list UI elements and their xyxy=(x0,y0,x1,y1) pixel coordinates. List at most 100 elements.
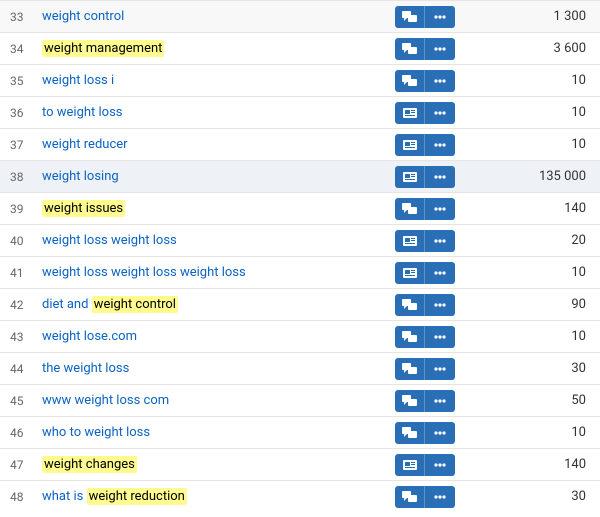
volume-value: 50 xyxy=(470,393,600,408)
action-buttons xyxy=(395,326,470,348)
row-number: 45 xyxy=(0,394,36,408)
table-row: 48what is weight reduction30 xyxy=(0,480,600,512)
chat-icon[interactable] xyxy=(395,198,425,220)
keyword-cell: weight loss weight loss weight loss xyxy=(36,265,395,280)
action-buttons xyxy=(395,102,470,124)
keyword-link[interactable]: weight reducer xyxy=(42,137,128,152)
action-buttons xyxy=(395,134,470,156)
more-icon[interactable] xyxy=(425,294,455,316)
action-buttons xyxy=(395,198,470,220)
keyword-link[interactable]: to weight loss xyxy=(42,105,123,120)
row-number: 38 xyxy=(0,170,36,184)
keyword-link[interactable]: www weight loss com xyxy=(42,393,169,408)
keyword-cell: what is weight reduction xyxy=(36,489,395,504)
action-buttons xyxy=(395,422,470,444)
chat-icon[interactable] xyxy=(395,486,425,508)
keyword-cell: the weight loss xyxy=(36,361,395,376)
row-number: 34 xyxy=(0,42,36,56)
table-row: 34 weight management 3 600 xyxy=(0,32,600,64)
card-icon[interactable] xyxy=(395,134,425,156)
action-buttons xyxy=(395,358,470,380)
keyword-cell: weight losing xyxy=(36,169,395,184)
more-icon[interactable] xyxy=(425,166,455,188)
more-icon[interactable] xyxy=(425,486,455,508)
row-number: 44 xyxy=(0,362,36,376)
table-row: 46 who to weight loss 10 xyxy=(0,416,600,448)
keyword-cell: weight reducer xyxy=(36,137,395,152)
chat-icon[interactable] xyxy=(395,326,425,348)
card-icon[interactable] xyxy=(395,166,425,188)
row-number: 33 xyxy=(0,10,36,24)
keyword-link[interactable]: who to weight loss xyxy=(42,425,150,440)
row-number: 46 xyxy=(0,426,36,440)
highlight: weight management xyxy=(42,40,164,57)
card-icon[interactable] xyxy=(395,230,425,252)
keyword-link[interactable]: weight changes xyxy=(42,456,137,473)
volume-value: 10 xyxy=(470,329,600,344)
card-icon[interactable] xyxy=(395,262,425,284)
keyword-link[interactable]: diet and weight control xyxy=(42,296,178,313)
keyword-link[interactable]: what is weight reduction xyxy=(42,488,187,505)
volume-value: 90 xyxy=(470,297,600,312)
keyword-link[interactable]: weight control xyxy=(42,9,124,24)
volume-value: 135 000 xyxy=(470,169,600,184)
action-buttons xyxy=(395,38,470,60)
table-row: 39weight issues140 xyxy=(0,192,600,224)
table-row: 35 weight loss i 10 xyxy=(0,64,600,96)
keyword-link[interactable]: weight loss weight loss weight loss xyxy=(42,265,246,280)
table-row: 37weight reducer10 xyxy=(0,128,600,160)
keyword-link[interactable]: the weight loss xyxy=(42,361,129,376)
more-icon[interactable] xyxy=(425,454,455,476)
more-icon[interactable] xyxy=(425,230,455,252)
chat-icon[interactable] xyxy=(395,38,425,60)
card-icon[interactable] xyxy=(395,102,425,124)
row-number: 36 xyxy=(0,106,36,120)
volume-value: 10 xyxy=(470,137,600,152)
keyword-link[interactable]: weight lose.com xyxy=(42,329,137,344)
more-icon[interactable] xyxy=(425,422,455,444)
volume-value: 140 xyxy=(470,201,600,216)
more-icon[interactable] xyxy=(425,6,455,28)
chat-icon[interactable] xyxy=(395,6,425,28)
keyword-table: 33weight control1 30034weight management… xyxy=(0,0,600,512)
volume-value: 10 xyxy=(470,73,600,88)
keyword-link[interactable]: weight losing xyxy=(42,169,119,184)
action-buttons xyxy=(395,70,470,92)
more-icon[interactable] xyxy=(425,262,455,284)
more-icon[interactable] xyxy=(425,198,455,220)
row-number: 43 xyxy=(0,330,36,344)
table-row: 43 weight lose.com 10 xyxy=(0,320,600,352)
row-number: 48 xyxy=(0,490,36,504)
action-buttons xyxy=(395,294,470,316)
more-icon[interactable] xyxy=(425,326,455,348)
volume-value: 10 xyxy=(470,425,600,440)
action-buttons xyxy=(395,390,470,412)
chat-icon[interactable] xyxy=(395,70,425,92)
more-icon[interactable] xyxy=(425,102,455,124)
chat-icon[interactable] xyxy=(395,422,425,444)
keyword-link[interactable]: weight issues xyxy=(42,200,125,217)
chat-icon[interactable] xyxy=(395,358,425,380)
keyword-link[interactable]: weight management xyxy=(42,40,164,57)
row-number: 35 xyxy=(0,74,36,88)
highlight: weight changes xyxy=(42,456,137,473)
chat-icon[interactable] xyxy=(395,294,425,316)
chat-icon[interactable] xyxy=(395,390,425,412)
table-row: 45 www weight loss com 50 xyxy=(0,384,600,416)
keyword-cell: weight loss weight loss xyxy=(36,233,395,248)
keyword-link[interactable]: weight loss weight loss xyxy=(42,233,177,248)
highlight: weight control xyxy=(92,296,178,313)
more-icon[interactable] xyxy=(425,38,455,60)
action-buttons xyxy=(395,230,470,252)
keyword-cell: to weight loss xyxy=(36,105,395,120)
card-icon[interactable] xyxy=(395,454,425,476)
volume-value: 3 600 xyxy=(470,41,600,56)
keyword-link[interactable]: weight loss i xyxy=(42,73,114,88)
keyword-cell: www weight loss com xyxy=(36,393,395,408)
row-number: 41 xyxy=(0,266,36,280)
more-icon[interactable] xyxy=(425,358,455,380)
more-icon[interactable] xyxy=(425,134,455,156)
more-icon[interactable] xyxy=(425,70,455,92)
row-number: 40 xyxy=(0,234,36,248)
more-icon[interactable] xyxy=(425,390,455,412)
